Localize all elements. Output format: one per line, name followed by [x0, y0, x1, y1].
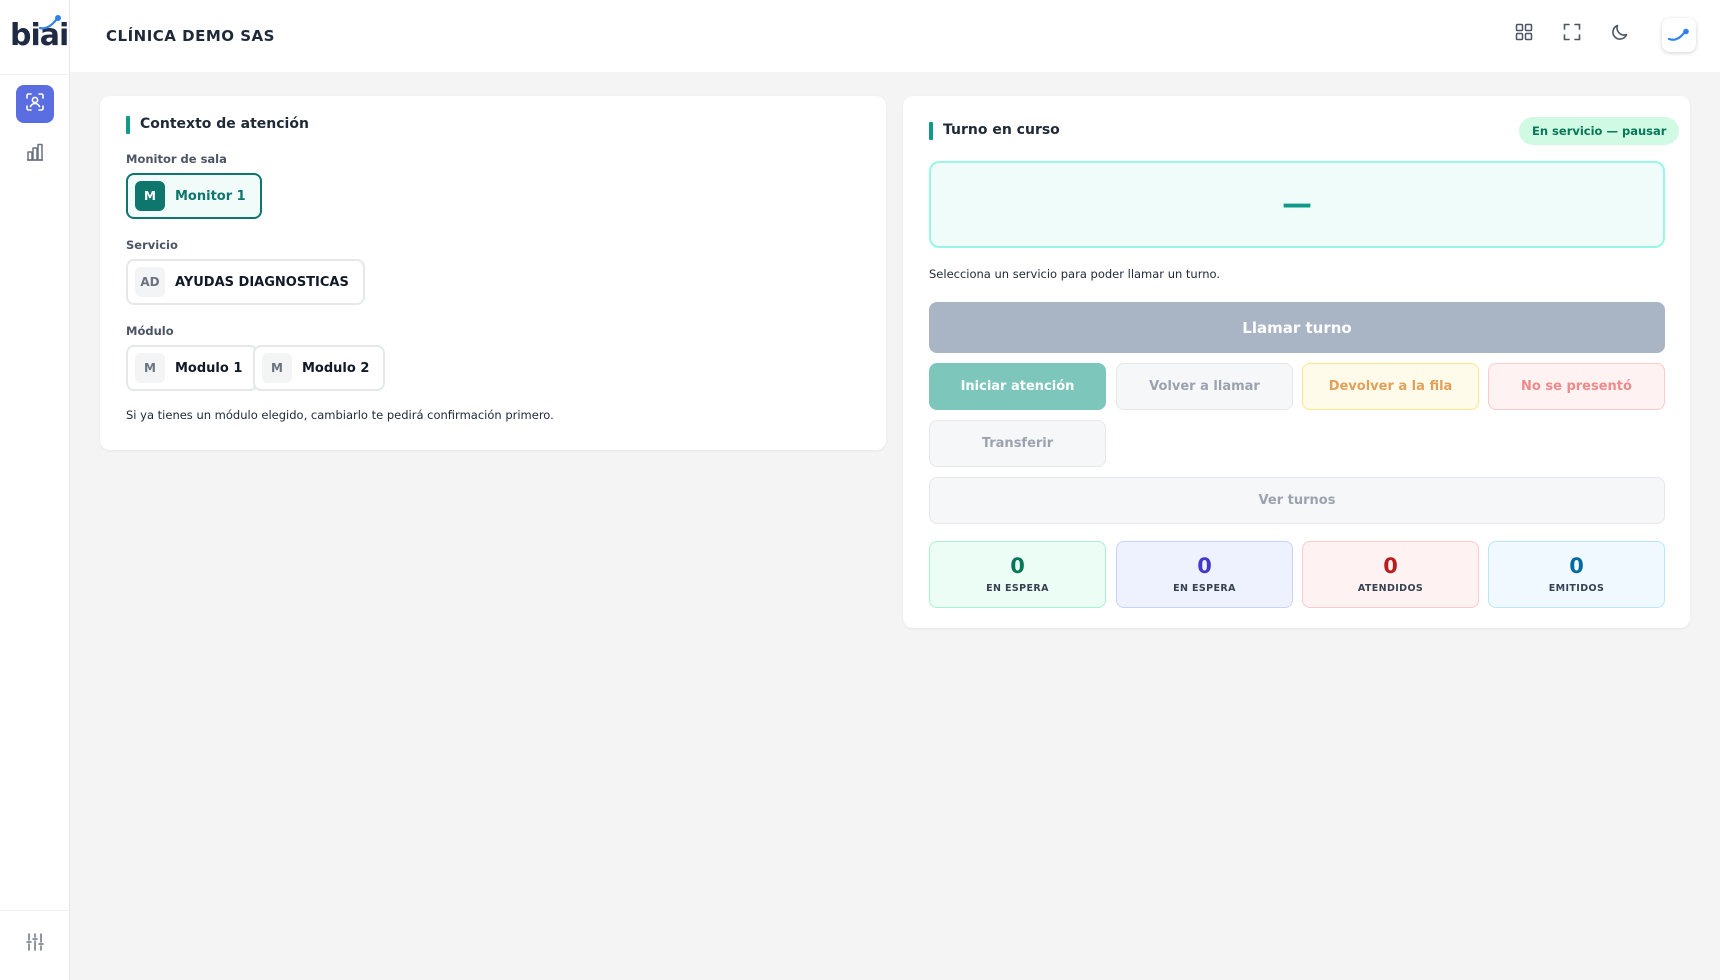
- service-label: Servicio: [126, 238, 178, 252]
- module-label: Módulo: [126, 324, 174, 338]
- stat-value: 0: [1383, 554, 1398, 579]
- stat-attended: 0 ATENDIDOS: [1302, 541, 1479, 608]
- transfer-button[interactable]: Transferir: [929, 420, 1106, 467]
- sidebar-item-settings[interactable]: [16, 925, 54, 963]
- context-card-title: Contexto de atención: [126, 116, 309, 134]
- module-badge: M: [135, 353, 165, 383]
- company-name: CLÍNICA DEMO SAS: [106, 27, 275, 45]
- sliders-icon: [25, 932, 45, 956]
- biai-logo: biai: [8, 12, 69, 53]
- moon-icon: [1610, 22, 1630, 46]
- sidebar: biai: [0, 0, 70, 980]
- apps-grid-button[interactable]: [1510, 20, 1538, 48]
- service-status-badge[interactable]: En servicio — pausar: [1519, 117, 1680, 145]
- sidebar-divider: [0, 74, 70, 75]
- module-badge: M: [262, 353, 292, 383]
- stat-label: EN ESPERA: [986, 582, 1049, 594]
- call-turn-button[interactable]: Llamar turno: [929, 302, 1665, 353]
- start-attention-button[interactable]: Iniciar atención: [929, 363, 1106, 410]
- turn-card-title: Turno en curso: [929, 122, 1060, 140]
- stat-value: 0: [1010, 554, 1025, 579]
- monitor-option[interactable]: M Monitor 1: [126, 173, 262, 219]
- user-avatar[interactable]: [1662, 18, 1696, 52]
- monitor-label: Monitor de sala: [126, 152, 227, 166]
- user-scan-icon: [25, 92, 45, 116]
- stat-label: EMITIDOS: [1548, 582, 1605, 594]
- module-option-label: Modulo 2: [302, 360, 370, 376]
- recall-button[interactable]: Volver a llamar: [1116, 363, 1293, 410]
- stat-waiting-service: 0 EN ESPERA: [1116, 541, 1293, 608]
- module-option-label: Modulo 1: [175, 360, 243, 376]
- stat-label: EN ESPERA: [1173, 582, 1236, 594]
- stat-value: 0: [1197, 554, 1212, 579]
- dark-mode-toggle[interactable]: [1606, 20, 1634, 48]
- sidebar-item-reports[interactable]: [16, 135, 54, 173]
- bar-chart-icon: [25, 142, 45, 166]
- return-to-queue-button[interactable]: Devolver a la fila: [1302, 363, 1479, 410]
- no-show-button[interactable]: No se presentó: [1488, 363, 1665, 410]
- stat-value: 0: [1569, 554, 1584, 579]
- stat-label: ATENDIDOS: [1357, 582, 1424, 594]
- monitor-option-label: Monitor 1: [175, 188, 246, 204]
- service-option[interactable]: AD AYUDAS DIAGNOSTICAS: [126, 259, 365, 305]
- grid-icon: [1514, 22, 1534, 46]
- module-option-2[interactable]: M Modulo 2: [253, 345, 386, 391]
- module-option-1[interactable]: M Modulo 1: [126, 345, 259, 391]
- stat-waiting: 0 EN ESPERA: [929, 541, 1106, 608]
- sidebar-divider: [0, 910, 70, 911]
- current-turn-number: —: [1282, 187, 1312, 222]
- top-header: CLÍNICA DEMO SAS: [70, 0, 1720, 72]
- turn-helper-text: Selecciona un servicio para poder llamar…: [929, 267, 1221, 281]
- service-option-label: AYUDAS DIAGNOSTICAS: [175, 274, 349, 290]
- current-turn-display: —: [929, 161, 1665, 248]
- view-turns-button[interactable]: Ver turnos: [929, 477, 1665, 524]
- sidebar-item-attention[interactable]: [16, 85, 54, 123]
- monitor-badge: M: [135, 181, 165, 211]
- service-badge: AD: [135, 267, 165, 297]
- stat-issued: 0 EMITIDOS: [1488, 541, 1665, 608]
- module-hint: Si ya tienes un módulo elegido, cambiarl…: [126, 408, 554, 422]
- fullscreen-button[interactable]: [1558, 20, 1586, 48]
- fullscreen-icon: [1562, 22, 1582, 46]
